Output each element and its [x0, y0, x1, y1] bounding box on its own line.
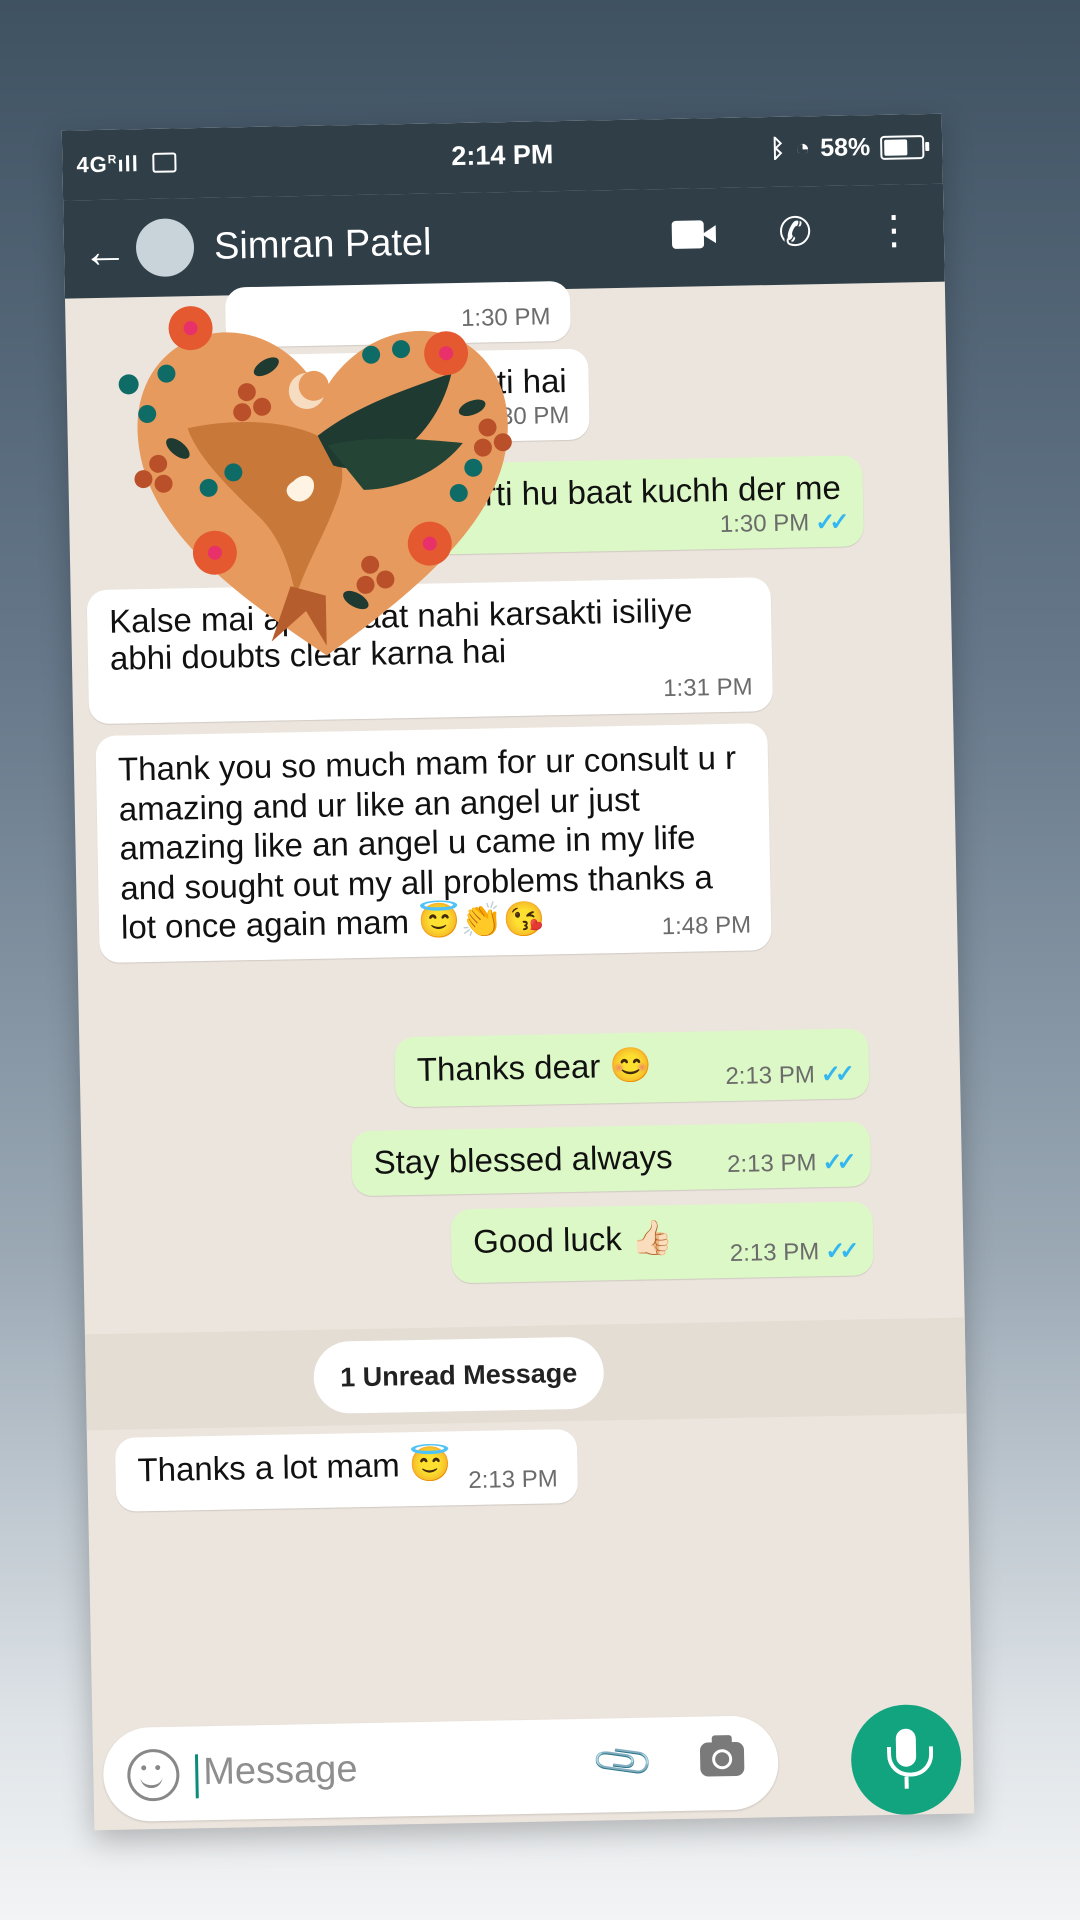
- avatar[interactable]: [135, 218, 195, 278]
- message-time: 2:13 PM: [726, 1149, 817, 1179]
- camera-icon[interactable]: [699, 1741, 745, 1777]
- message-time: 1:31 PM: [662, 673, 753, 703]
- compose-bar: Message 📎: [92, 1693, 974, 1830]
- message-text: Thanks a lot mam: [137, 1446, 401, 1489]
- message-bubble[interactable]: Thanks dear 😊 2:13 PM ✓✓: [394, 1028, 870, 1108]
- read-receipt-icon: ✓✓: [814, 508, 844, 537]
- wifi-icon: ◔: [794, 134, 811, 163]
- video-call-icon[interactable]: [672, 220, 717, 249]
- message-text: Good luck: [472, 1220, 623, 1260]
- message-bubble[interactable]: Thank you so much mam for ur consult u r…: [95, 723, 772, 964]
- message-time: 2:13 PM: [725, 1061, 816, 1091]
- message-input[interactable]: Message 📎: [102, 1715, 780, 1823]
- message-bubble[interactable]: Stay blessed always 2:13 PM ✓✓: [351, 1121, 872, 1197]
- message-emojis: 👍🏻: [630, 1219, 674, 1258]
- message-text: Thanks dear: [416, 1047, 601, 1088]
- battery-icon: [880, 134, 925, 160]
- message-time: 2:13 PM: [468, 1465, 559, 1495]
- text-cursor: [194, 1754, 199, 1799]
- message-emojis: 😇👏😘: [417, 900, 546, 942]
- emoji-icon[interactable]: [126, 1748, 180, 1802]
- more-options-icon[interactable]: ⋮: [873, 208, 914, 253]
- unread-messages-banner: 1 Unread Message: [313, 1336, 605, 1414]
- phone-call-icon[interactable]: ✆: [778, 210, 812, 255]
- message-bubble[interactable]: Thanks a lot mam 😇 2:13 PM: [114, 1428, 579, 1512]
- message-bubble[interactable]: Good luck 👍🏻 2:13 PM ✓✓: [450, 1201, 874, 1284]
- message-time: 2:13 PM: [729, 1238, 820, 1268]
- message-time: 1:30 PM: [719, 509, 810, 539]
- mic-icon[interactable]: [850, 1703, 963, 1816]
- contact-name[interactable]: Simran Patel: [214, 222, 432, 269]
- battery-percent: 58%: [819, 133, 871, 163]
- message-emojis: 😊: [609, 1046, 653, 1086]
- chat-screen: 4GRıll 2:14 PM ᛒ ◔ 58% ← Simran Patel ✆ …: [61, 113, 975, 1831]
- message-placeholder: Message: [202, 1748, 358, 1794]
- message-time: 1:48 PM: [661, 911, 752, 941]
- hummingbird-heart-sticker: [118, 306, 512, 656]
- message-text: Stay blessed always: [373, 1138, 673, 1181]
- message-emojis: 😇: [408, 1445, 452, 1485]
- read-receipt-icon: ✓✓: [822, 1148, 851, 1177]
- back-arrow-icon[interactable]: ←: [82, 223, 129, 278]
- read-receipt-icon: ✓✓: [824, 1237, 854, 1266]
- bluetooth-icon: ᛒ: [769, 134, 786, 164]
- attach-icon[interactable]: 📎: [589, 1728, 657, 1796]
- read-receipt-icon: ✓✓: [820, 1060, 850, 1089]
